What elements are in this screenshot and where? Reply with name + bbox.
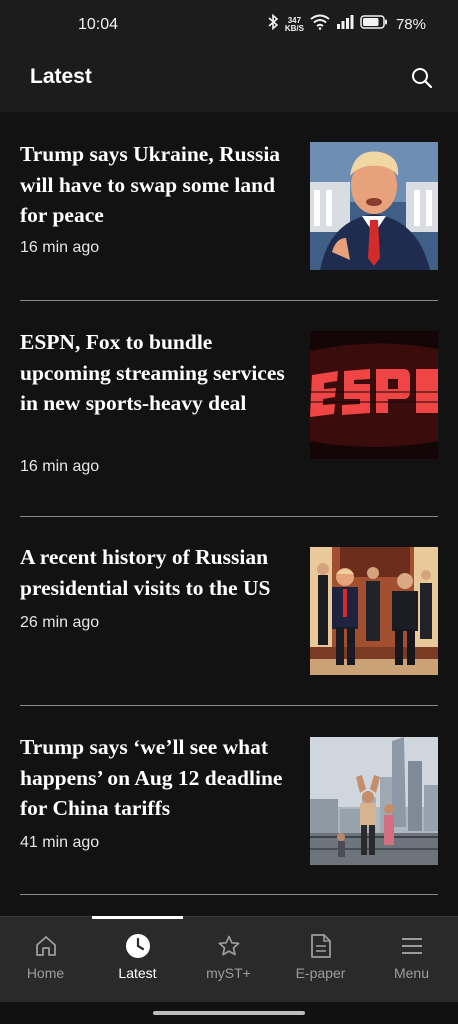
nav-item-home[interactable]: Home [0,917,91,1003]
article-thumbnail-trump-portrait[interactable] [310,142,438,270]
article-headline[interactable]: ESPN, Fox to bundle upcoming streaming s… [20,327,290,419]
star-icon [217,933,241,959]
page-title: Latest [30,65,92,88]
nav-label: Menu [393,965,430,981]
article-feed[interactable]: Trump says Ukraine, Russia will have to … [0,112,458,916]
network-speed: 347 KB/S [284,16,304,33]
article-timestamp: 16 min ago [20,239,100,256]
wifi-icon [310,14,330,35]
article-thumbnail-espn[interactable] [310,331,438,459]
bluetooth-icon [267,13,279,35]
article-headline[interactable]: Trump says ‘we’ll see what happens’ on A… [20,732,290,824]
article-card[interactable]: A recent history of Russian presidential… [20,517,438,706]
net-speed-unit: KB/S [284,23,304,33]
nav-item-myst[interactable]: myST+ [183,917,274,1003]
clock-icon [125,933,151,959]
nav-item-latest[interactable]: Latest [92,917,183,1003]
home-icon [34,933,58,959]
article-card[interactable]: Trump says ‘we’ll see what happens’ on A… [20,706,438,895]
battery-percentage: 78% [395,16,426,33]
nav-label: E-paper [295,965,346,981]
article-card[interactable]: ESPN, Fox to bundle upcoming streaming s… [20,301,438,517]
app-screen: 10:04 347 KB/S 78% Latest Trump says Ukr… [0,0,458,1024]
search-button[interactable] [404,62,440,98]
nav-label: myST+ [206,965,251,981]
nav-label: Home [26,965,65,981]
status-bar: 10:04 347 KB/S 78% [0,0,458,52]
article-card[interactable]: Trump says Ukraine, Russia will have to … [20,112,438,301]
document-icon [310,933,332,959]
nav-item-epaper[interactable]: E-paper [275,917,366,1003]
nav-item-menu[interactable]: Menu [366,917,457,1003]
article-thumbnail-beijing-skyline[interactable] [310,737,438,865]
gesture-area [0,1002,458,1024]
status-time: 10:04 [78,16,119,33]
app-header: Latest [0,52,458,112]
bottom-navigation: Home Latest myST+ E-paper Menu [0,916,458,1003]
battery-icon [360,14,388,35]
article-headline[interactable]: A recent history of Russian presidential… [20,542,290,603]
nav-label: Latest [118,965,157,981]
article-timestamp: 16 min ago [20,458,100,475]
article-thumbnail-trump-putin[interactable] [310,547,438,675]
search-icon [410,66,434,95]
article-timestamp: 41 min ago [20,834,100,851]
cellular-signal-icon [336,14,354,35]
article-headline[interactable]: Trump says Ukraine, Russia will have to … [20,139,290,231]
home-gesture-bar[interactable] [153,1011,305,1015]
status-icons: 347 KB/S 78% [267,13,426,35]
menu-icon [400,933,424,959]
article-timestamp: 26 min ago [20,614,100,631]
